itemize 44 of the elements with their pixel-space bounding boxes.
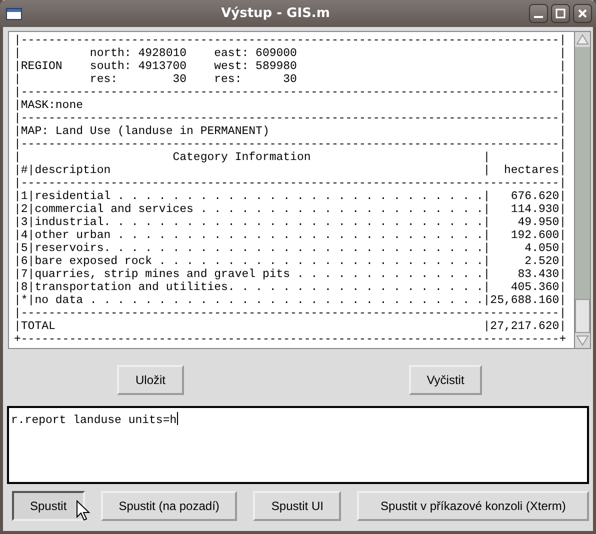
output-line: |REGION south: 4913700 west: 589980 | <box>14 60 566 73</box>
output-line: | north: 4928010 east: 609000 | <box>14 47 566 60</box>
output-line: | res: 30 res: 30 | <box>14 73 566 86</box>
command-field[interactable]: r.report landuse units=h <box>7 406 589 484</box>
mouse-pointer-icon <box>76 500 90 522</box>
output-line: |3|industrial. . . . . . . . . . . . . . . . . . . . . . . . . . . .| 49.950| <box>14 216 566 229</box>
output-line: |2|commercial and services . . . . . . . . . . . . . . . . . . . . .| 114.930| <box>14 203 566 216</box>
output-line: +------------------------------------------------------------------------------+ <box>14 333 566 346</box>
output-line: |MAP: Land Use (landuse in PERMANENT) | <box>14 125 566 138</box>
window-icon <box>6 8 22 20</box>
output-line: |#|description | hectares| <box>14 164 566 177</box>
output-line: |4|other urban . . . . . . . . . . . . . . . . . . . . . . . . . . .| 192.600| <box>14 229 566 242</box>
output-line: |6|bare exposed rock . . . . . . . . . . . . . . . . . . . . . . . .| 2.520| <box>14 255 566 268</box>
output-line: |8|transportation and utilities. . . . . . . . . . . . . . . . . . .| 405.360| <box>14 281 566 294</box>
output-line: |------------------------------------------------------------------------------| <box>14 138 566 151</box>
output-line: |------------------------------------------------------------------------------| <box>14 34 566 47</box>
minimize-icon <box>534 16 543 18</box>
output-line: |TOTAL |27,217.620| <box>14 320 566 333</box>
scroll-down-icon[interactable] <box>575 333 590 348</box>
close-button[interactable] <box>573 4 592 23</box>
window-title: Výstup - GIS.m <box>220 6 331 21</box>
maximize-button[interactable] <box>551 4 570 23</box>
output-line: |7|quarries, strip mines and gravel pits . . . . . . . . . . . . . .| 83.430| <box>14 268 566 281</box>
button[interactable]: Uložit <box>117 365 184 395</box>
button[interactable]: Spustit (na pozadí) <box>100 491 238 521</box>
output-line: |------------------------------------------------------------------------------| <box>14 112 566 125</box>
scroll-thumb[interactable] <box>575 299 590 333</box>
output-line: |------------------------------------------------------------------------------| <box>14 307 566 320</box>
scrollbar[interactable] <box>574 31 591 349</box>
button[interactable]: Spustit UI <box>253 491 342 521</box>
maximize-icon <box>555 8 566 19</box>
button[interactable]: Vyčistit <box>408 365 482 395</box>
scroll-up-icon[interactable] <box>575 32 590 47</box>
output-line: |*|no data . . . . . . . . . . . . . . . . . . . . . . . . . . . . .|25,688.160| <box>14 294 566 307</box>
output-line: |------------------------------------------------------------------------------| <box>14 86 566 99</box>
button[interactable]: Spustit v příkazové konzoli (Xterm) <box>357 491 589 521</box>
output-line: |------------------------------------------------------------------------------| <box>14 177 566 190</box>
output-line: |MASK:none | <box>14 99 566 112</box>
output-line: |1|residential . . . . . . . . . . . . . . . . . . . . . . . . . . .| 676.620| <box>14 190 566 203</box>
output-line: | Category Information | | <box>14 151 566 164</box>
output-line: |5|reservoirs. . . . . . . . . . . . . . . . . . . . . . . . . . . .| 4.050| <box>14 242 566 255</box>
minimize-button[interactable] <box>529 4 548 23</box>
close-icon <box>577 8 588 19</box>
button[interactable]: Spustit <box>12 491 85 521</box>
